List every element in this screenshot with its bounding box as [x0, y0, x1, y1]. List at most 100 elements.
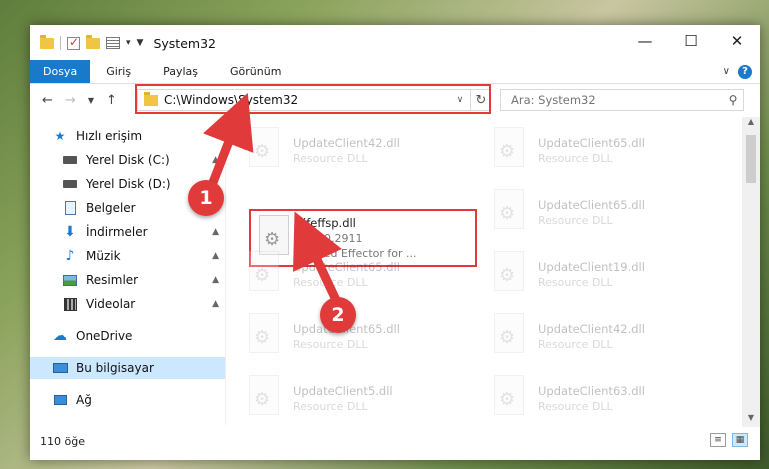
ribbon-right: ∨ ? [723, 60, 760, 83]
documents-icon [62, 201, 78, 215]
customize-toolbar-icon[interactable]: ▼ [137, 38, 144, 48]
file-description: Resource DLL [293, 399, 368, 413]
sidebar-item-local-disk-c[interactable]: Yerel Disk (C:) ▲ [30, 149, 225, 171]
window-controls: — ☐ ✕ [622, 25, 760, 57]
search-box[interactable]: ⚲ [500, 89, 744, 111]
drive-icon [62, 177, 78, 191]
tab-home[interactable]: Giriş [90, 60, 147, 83]
dll-file-icon: ⚙ [245, 127, 285, 173]
sidebar-item-label: İndirmeler [86, 225, 148, 239]
sidebar-item-label: Yerel Disk (D:) [86, 177, 171, 191]
file-item[interactable]: ⚙ UpdateClient42.dll Resource DLL [480, 307, 720, 365]
scroll-down-icon[interactable]: ▼ [742, 413, 760, 427]
pin-icon[interactable]: ▲ [212, 275, 219, 285]
new-folder-icon[interactable] [86, 34, 100, 49]
search-icon[interactable]: ⚲ [723, 93, 743, 107]
dll-file-icon: ⚙ [490, 251, 530, 297]
file-item[interactable]: ⚙ UpdateClient65.dllResource DLL [235, 245, 475, 303]
forward-arrow-icon[interactable]: → [65, 93, 76, 108]
sidebar-item-music[interactable]: ♪ Müzik ▲ [30, 245, 225, 267]
toolbar-divider [60, 36, 61, 50]
recent-locations-icon[interactable]: ▼ [88, 96, 94, 105]
file-item[interactable]: ⚙ UpdateClient42.dll Resource DLL [235, 121, 475, 179]
properties-icon[interactable] [106, 37, 120, 49]
tab-view[interactable]: Görünüm [214, 60, 297, 83]
file-name: jfeffsp.dll [303, 216, 356, 230]
file-description: Resource DLL [538, 399, 613, 413]
music-icon: ♪ [65, 248, 75, 264]
vertical-scrollbar[interactable]: ▲ ▼ [742, 117, 760, 427]
dll-file-icon: ⚙ [245, 375, 285, 421]
file-name: UpdateClient19.dll [538, 259, 645, 274]
scroll-up-icon[interactable]: ▲ [742, 117, 760, 131]
sidebar-item-label: Hızlı erişim [76, 129, 143, 143]
sidebar-item-label: Ağ [76, 393, 92, 407]
sidebar-item-videos[interactable]: Videolar ▲ [30, 293, 225, 315]
sidebar-item-network[interactable]: Ağ [30, 389, 225, 411]
sidebar-item-pictures[interactable]: Resimler ▲ [30, 269, 225, 291]
file-description: Resource DLL [538, 337, 613, 351]
sidebar-item-label: Bu bilgisayar [76, 361, 154, 375]
file-version: 6.0.0.2911 [303, 232, 363, 245]
sidebar-item-label: Yerel Disk (C:) [86, 153, 170, 167]
pin-icon[interactable]: ▲ [212, 227, 219, 237]
sidebar-item-downloads[interactable]: ⬇ İndirmeler ▲ [30, 221, 225, 243]
view-buttons: ≡ ▦ [710, 433, 748, 447]
details-view-icon[interactable]: ≡ [710, 433, 726, 447]
file-description: Resource DLL [293, 151, 368, 165]
dll-file-icon: ⚙ [490, 375, 530, 421]
sidebar-item-this-pc[interactable]: Bu bilgisayar [30, 357, 225, 379]
dll-file-icon: ⚙ [490, 189, 530, 235]
file-item[interactable]: ⚙ UpdateClient63.dll Resource DLL [480, 369, 720, 423]
tiles-view-icon[interactable]: ▦ [732, 433, 748, 447]
pane-divider[interactable] [225, 115, 226, 425]
file-name: UpdateClient63.dll [538, 383, 645, 398]
pictures-icon [62, 273, 78, 287]
sidebar-item-label: Videolar [86, 297, 136, 311]
folder-icon [40, 34, 54, 49]
file-item[interactable]: ⚙ UpdateClient65.dllResource DLL [480, 121, 720, 179]
file-description: Resource DLL [538, 275, 613, 289]
file-description: Resource DLL [293, 337, 368, 351]
help-icon[interactable]: ? [738, 64, 752, 79]
videos-icon [62, 297, 78, 311]
star-icon: ★ [54, 129, 66, 143]
file-description: Resource DLL [293, 275, 368, 289]
ribbon-tabs: Dosya Giriş Paylaş Görünüm ∨ ? [30, 60, 760, 84]
sidebar-item-label: Resimler [86, 273, 139, 287]
close-button[interactable]: ✕ [714, 25, 760, 57]
dll-file-icon: ⚙ [245, 251, 285, 297]
tab-share[interactable]: Paylaş [147, 60, 214, 83]
file-item[interactable]: ⚙ UpdateClient65.dllResource DLL [480, 183, 720, 241]
window-title: System32 [153, 35, 216, 51]
back-arrow-icon[interactable]: ← [42, 93, 53, 108]
file-item[interactable]: ⚙ UpdateClient5.dll Resource DLL [235, 369, 475, 423]
pin-icon[interactable]: ▲ [212, 251, 219, 261]
properties-check-icon[interactable] [67, 35, 80, 50]
network-icon [52, 393, 68, 407]
file-name: UpdateClient42.dll [538, 321, 645, 336]
tab-file[interactable]: Dosya [30, 60, 91, 83]
pin-icon[interactable]: ▲ [212, 299, 219, 309]
sidebar-item-label: OneDrive [76, 329, 133, 343]
dll-file-icon: ⚙ [490, 313, 530, 359]
file-item[interactable]: ⚙ UpdateClient19.dll Resource DLL [480, 245, 720, 303]
expand-ribbon-icon[interactable]: ∨ [723, 66, 730, 77]
minimize-button[interactable]: — [622, 25, 668, 57]
pin-icon[interactable]: ▲ [212, 155, 219, 165]
navigation-pane: ★ Hızlı erişim Yerel Disk (C:) ▲ Yerel D… [30, 121, 225, 421]
chevron-down-icon[interactable]: ▾ [126, 38, 131, 48]
sidebar-item-onedrive[interactable]: ☁ OneDrive [30, 325, 225, 347]
sidebar-item-quick-access[interactable]: ★ Hızlı erişim [30, 125, 225, 147]
file-name: UpdateClient42.dll [293, 135, 400, 150]
up-arrow-icon[interactable]: ↑ [106, 93, 117, 108]
maximize-button[interactable]: ☐ [668, 25, 714, 57]
file-name: UpdateClient65.dll [538, 197, 645, 212]
search-input[interactable] [511, 93, 723, 107]
sidebar-item-label: Müzik [86, 249, 121, 263]
file-description: Resource DLL [538, 151, 613, 165]
drive-icon [62, 153, 78, 167]
scrollbar-thumb[interactable] [746, 135, 756, 183]
file-name: UpdateClient65.dll [538, 135, 645, 150]
step-1-badge: 1 [188, 180, 224, 216]
